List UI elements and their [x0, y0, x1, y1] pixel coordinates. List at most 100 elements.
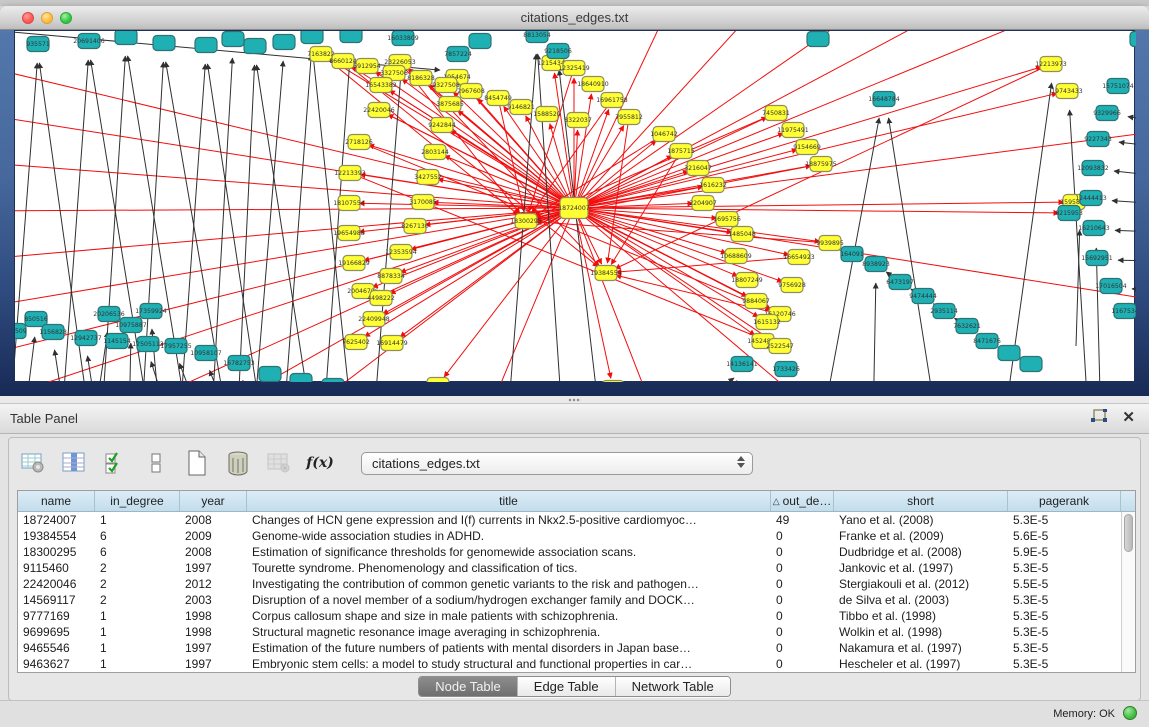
- table-cell-pagerank[interactable]: 5.3E-5: [1008, 624, 1121, 640]
- tab-node-table[interactable]: Node Table: [419, 677, 518, 696]
- edge[interactable]: [1119, 142, 1136, 147]
- delete-table-icon[interactable]: [265, 450, 293, 476]
- edge[interactable]: [1128, 117, 1136, 122]
- table-cell-pagerank[interactable]: 5.3E-5: [1008, 640, 1121, 656]
- table-cell-short[interactable]: Wolkin et al. (1998): [834, 624, 1008, 640]
- node[interactable]: [1130, 32, 1136, 47]
- table-vertical-scrollbar[interactable]: [1121, 512, 1135, 672]
- select-all-rows-icon[interactable]: [101, 450, 129, 476]
- edge[interactable]: [1132, 289, 1136, 291]
- edge[interactable]: [1115, 230, 1136, 232]
- deselect-rows-icon[interactable]: [142, 450, 170, 476]
- selected-edge[interactable]: [574, 131, 1136, 208]
- table-cell-out_degree[interactable]: 0: [771, 656, 834, 672]
- node[interactable]: [222, 32, 244, 47]
- table-cell-name[interactable]: 9465546: [18, 640, 95, 656]
- table-cell-title[interactable]: Estimation of significance thresholds fo…: [247, 544, 771, 560]
- edge[interactable]: [257, 65, 313, 382]
- function-builder-icon[interactable]: f(x): [306, 450, 334, 476]
- table-cell-out_degree[interactable]: 0: [771, 560, 834, 576]
- edge[interactable]: [889, 118, 938, 382]
- table-cell-in_degree[interactable]: 2: [95, 560, 180, 576]
- node[interactable]: [322, 379, 344, 383]
- node[interactable]: [195, 38, 217, 53]
- node[interactable]: [998, 346, 1020, 361]
- table-cell-out_degree[interactable]: 49: [771, 512, 834, 528]
- table-cell-short[interactable]: Jankovic et al. (1997): [834, 560, 1008, 576]
- table-cell-title[interactable]: Corpus callosum shape and size in male p…: [247, 608, 771, 624]
- table-row[interactable]: 946362711997Embryonic stem cells: a mode…: [18, 656, 1121, 672]
- table-cell-name[interactable]: 9463627: [18, 656, 95, 672]
- table-cell-year[interactable]: 2009: [180, 528, 247, 544]
- table-cell-name[interactable]: 18300295: [18, 544, 95, 560]
- table-mode-icon[interactable]: [19, 450, 47, 476]
- edge[interactable]: [237, 65, 255, 382]
- create-column-icon[interactable]: [183, 450, 211, 476]
- selected-edge[interactable]: [15, 161, 574, 208]
- table-cell-title[interactable]: Estimation of the future numbers of pati…: [247, 640, 771, 656]
- table-cell-name[interactable]: 22420046: [18, 576, 95, 592]
- table-cell-short[interactable]: Franke et al. (2009): [834, 528, 1008, 544]
- table-cell-in_degree[interactable]: 1: [95, 656, 180, 672]
- table-cell-year[interactable]: 1997: [180, 560, 247, 576]
- table-cell-pagerank[interactable]: 5.6E-5: [1008, 528, 1121, 544]
- table-cell-out_degree[interactable]: 0: [771, 640, 834, 656]
- selected-edge[interactable]: [281, 208, 574, 382]
- table-cell-out_degree[interactable]: 0: [771, 592, 834, 608]
- node[interactable]: [115, 31, 137, 45]
- memory-indicator[interactable]: [1123, 706, 1137, 720]
- table-cell-out_degree[interactable]: 0: [771, 528, 834, 544]
- table-row[interactable]: 1938455462009Genome-wide association stu…: [18, 528, 1121, 544]
- selected-edge[interactable]: [15, 208, 574, 211]
- table-cell-year[interactable]: 2008: [180, 512, 247, 528]
- selected-edge[interactable]: [574, 31, 1101, 208]
- table-cell-out_degree[interactable]: 0: [771, 576, 834, 592]
- column-header-short[interactable]: short: [834, 491, 1008, 511]
- table-cell-out_degree[interactable]: 0: [771, 544, 834, 560]
- column-header-pagerank[interactable]: pagerank: [1008, 491, 1121, 511]
- table-cell-title[interactable]: Changes of HCN gene expression and I(f) …: [247, 512, 771, 528]
- node[interactable]: [290, 374, 312, 383]
- table-cell-short[interactable]: Hescheler et al. (1997): [834, 656, 1008, 672]
- tab-network-table[interactable]: Network Table: [616, 677, 730, 696]
- edge[interactable]: [88, 356, 99, 382]
- table-cell-out_degree[interactable]: 0: [771, 624, 834, 640]
- selected-edge[interactable]: [574, 208, 1059, 213]
- node[interactable]: [301, 31, 323, 44]
- network-canvas[interactable]: 1872400771638228660124591295423226053332…: [14, 30, 1135, 382]
- table-cell-short[interactable]: Dudbridge et al. (2008): [834, 544, 1008, 560]
- table-cell-in_degree[interactable]: 1: [95, 640, 180, 656]
- float-panel-icon[interactable]: [1090, 409, 1108, 425]
- table-cell-short[interactable]: de Silva et al. (2003): [834, 592, 1008, 608]
- edge[interactable]: [1118, 260, 1136, 261]
- edge[interactable]: [151, 362, 173, 382]
- node[interactable]: [273, 35, 295, 50]
- table-cell-year[interactable]: 2012: [180, 576, 247, 592]
- table-cell-title[interactable]: Tourette syndrome. Phenomenology and cla…: [247, 560, 771, 576]
- table-cell-in_degree[interactable]: 2: [95, 576, 180, 592]
- network-window-titlebar[interactable]: citations_edges.txt: [0, 6, 1149, 30]
- show-columns-icon[interactable]: [60, 450, 88, 476]
- edge[interactable]: [707, 381, 737, 382]
- selected-edge[interactable]: [574, 67, 1041, 208]
- table-cell-name[interactable]: 14569117: [18, 592, 95, 608]
- table-cell-name[interactable]: 19384554: [18, 528, 95, 544]
- table-cell-year[interactable]: 1998: [180, 624, 247, 640]
- table-cell-pagerank[interactable]: 5.3E-5: [1008, 560, 1121, 576]
- divider-grip-icon[interactable]: [568, 398, 581, 402]
- table-cell-name[interactable]: 9777169: [18, 608, 95, 624]
- selected-edge[interactable]: [554, 73, 574, 208]
- scrollbar-thumb[interactable]: [1124, 514, 1133, 552]
- table-cell-pagerank[interactable]: 5.3E-5: [1008, 512, 1121, 528]
- table-cell-title[interactable]: Disruption of a novel member of a sodium…: [247, 592, 771, 608]
- table-cell-pagerank[interactable]: 5.5E-5: [1008, 576, 1121, 592]
- table-cell-in_degree[interactable]: 1: [95, 512, 180, 528]
- selected-edge[interactable]: [574, 208, 611, 378]
- close-panel-icon[interactable]: ✕: [1122, 410, 1135, 425]
- table-row[interactable]: 969969511998Structural magnetic resonanc…: [18, 624, 1121, 640]
- edge[interactable]: [1114, 171, 1136, 176]
- table-cell-year[interactable]: 2003: [180, 592, 247, 608]
- node[interactable]: [244, 39, 266, 54]
- node[interactable]: [807, 32, 829, 47]
- edge[interactable]: [253, 61, 283, 382]
